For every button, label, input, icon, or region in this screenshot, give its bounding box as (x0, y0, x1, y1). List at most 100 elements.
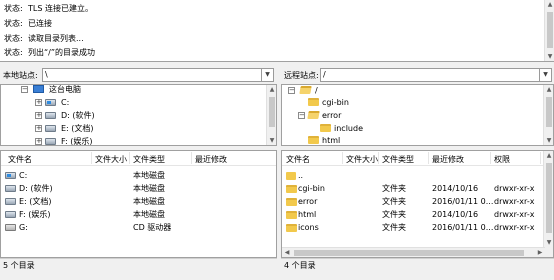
folder-open-icon (299, 86, 312, 94)
column-divider[interactable] (129, 152, 130, 164)
scroll-thumb[interactable] (546, 163, 552, 233)
remote-list-hscrollbar[interactable]: ◀ ▶ (282, 247, 545, 257)
column-divider[interactable] (342, 152, 343, 164)
log-scrollbar[interactable]: ▲ ▼ (544, 0, 554, 61)
file-type: 文件夹 (382, 210, 406, 219)
scroll-thumb[interactable] (294, 250, 524, 256)
collapse-icon[interactable]: − (288, 87, 295, 94)
file-name: .. (298, 171, 304, 180)
remote-list-scrollbar[interactable]: ▲ ▼ (543, 151, 553, 257)
scroll-thumb[interactable] (269, 97, 275, 127)
column-header-permissions[interactable]: 权限 (494, 154, 510, 165)
column-header-size[interactable]: 文件大小 (346, 154, 378, 165)
drive-icon (5, 185, 16, 192)
folder-icon (286, 211, 297, 219)
sort-ascending-icon: ^ (43, 150, 49, 156)
table-row[interactable]: cgi-bin 文件夹 2014/10/16 drwxr-xr-x (282, 182, 545, 195)
scroll-down-icon[interactable]: ▼ (544, 136, 553, 145)
scroll-thumb[interactable] (547, 12, 553, 48)
log-label: 状态: (4, 34, 23, 43)
drive-icon (45, 138, 56, 145)
scroll-thumb[interactable] (546, 97, 552, 127)
table-row[interactable]: icons 文件夹 2016/01/11 0... drwxr-xr-x (282, 221, 545, 234)
log-text: TLS 连接已建立。 (28, 4, 93, 13)
expand-icon[interactable]: + (35, 99, 42, 106)
column-header-modified[interactable]: 最近修改 (432, 154, 464, 165)
column-divider[interactable] (91, 152, 92, 164)
file-name: D: (软件) (19, 184, 53, 193)
scroll-left-icon[interactable]: ◀ (282, 248, 292, 257)
tree-node-label: html (322, 136, 341, 145)
file-name: cgi-bin (298, 184, 325, 193)
collapse-icon[interactable]: − (298, 112, 305, 119)
table-row[interactable]: html 文件夹 2014/10/16 drwxr-xr-x (282, 208, 545, 221)
column-header-modified[interactable]: 最近修改 (195, 154, 227, 165)
scroll-up-icon[interactable]: ▲ (267, 85, 276, 94)
column-divider[interactable] (428, 152, 429, 164)
column-divider[interactable] (490, 152, 491, 164)
expand-icon[interactable]: + (35, 125, 42, 132)
scroll-right-icon[interactable]: ▶ (535, 248, 545, 257)
tree-node-label: / (315, 86, 318, 95)
table-row[interactable]: C: 本地磁盘 (1, 169, 276, 182)
file-type: 本地磁盘 (133, 210, 165, 219)
remote-path-input[interactable]: / (320, 68, 540, 82)
scroll-down-icon[interactable]: ▼ (545, 52, 554, 61)
local-path-input[interactable]: \ (42, 68, 262, 82)
expand-icon[interactable]: + (35, 138, 42, 145)
scroll-up-icon[interactable]: ▲ (544, 85, 553, 94)
column-divider[interactable] (540, 152, 541, 164)
remote-status: 4 个目录 (281, 258, 554, 272)
scroll-down-icon[interactable]: ▼ (544, 238, 553, 247)
local-tree-scrollbar[interactable]: ▲ ▼ (266, 85, 276, 145)
column-header-name[interactable]: 文件名 (286, 154, 310, 165)
file-modified: 2016/01/11 0... (432, 197, 494, 206)
file-permissions: drwxr-xr-x (494, 210, 535, 219)
log-text: 已连接 (28, 19, 52, 28)
scroll-down-icon[interactable]: ▼ (267, 136, 276, 145)
tree-node-label: F: (娱乐) (61, 137, 93, 146)
scroll-up-icon[interactable]: ▲ (544, 151, 553, 160)
log-text: 读取目录列表... (28, 34, 84, 43)
file-type: 本地磁盘 (133, 171, 165, 180)
table-row[interactable]: G: CD 驱动器 (1, 221, 276, 234)
remote-list-header: 文件名 文件大小 文件类型 最近修改 权限 所 (282, 151, 552, 166)
table-row[interactable]: .. (282, 169, 545, 182)
file-name: C: (19, 171, 28, 180)
column-header-name[interactable]: 文件名 (8, 154, 32, 165)
chevron-down-icon[interactable]: ▼ (540, 68, 552, 82)
log-label: 状态: (4, 4, 23, 13)
column-divider[interactable] (191, 152, 192, 164)
scroll-up-icon[interactable]: ▲ (545, 0, 554, 9)
tree-node-label: 这台电脑 (49, 85, 81, 94)
local-site-label: 本地站点: (3, 71, 38, 80)
expand-icon[interactable]: + (35, 112, 42, 119)
table-row[interactable]: F: (娱乐) 本地磁盘 (1, 208, 276, 221)
remote-file-list: 文件名 文件大小 文件类型 最近修改 权限 所 .. cgi-bin 文件夹 2… (281, 150, 554, 258)
computer-icon (33, 85, 44, 93)
drive-icon (5, 211, 16, 218)
table-row[interactable]: error 文件夹 2016/01/11 0... drwxr-xr-x (282, 195, 545, 208)
remote-tree: − / cgi-bin − error include html ▲ ▼ (281, 84, 554, 146)
chevron-down-icon[interactable]: ▼ (262, 68, 274, 82)
file-type: CD 驱动器 (133, 223, 172, 232)
table-row[interactable]: E: (文档) 本地磁盘 (1, 195, 276, 208)
column-header-type[interactable]: 文件类型 (133, 154, 165, 165)
column-header-type[interactable]: 文件类型 (382, 154, 414, 165)
tree-node-label: C: (61, 98, 70, 107)
local-file-list: 文件名 ^ 文件大小 文件类型 最近修改 C: 本地磁盘 D: (软件) 本地磁… (0, 150, 277, 258)
log-line: 状态: 读取目录列表... (4, 33, 84, 45)
folder-icon (286, 224, 297, 232)
drive-icon (45, 112, 56, 119)
folder-icon (308, 136, 319, 144)
table-row[interactable]: D: (软件) 本地磁盘 (1, 182, 276, 195)
log-line: 状态: 已连接 (4, 18, 52, 30)
file-name: html (298, 210, 317, 219)
file-name: E: (文档) (19, 197, 52, 206)
folder-icon (286, 185, 297, 193)
remote-tree-scrollbar[interactable]: ▲ ▼ (543, 85, 553, 145)
column-divider[interactable] (378, 152, 379, 164)
column-header-size[interactable]: 文件大小 (95, 154, 127, 165)
collapse-icon[interactable]: − (21, 86, 28, 93)
file-type: 本地磁盘 (133, 184, 165, 193)
